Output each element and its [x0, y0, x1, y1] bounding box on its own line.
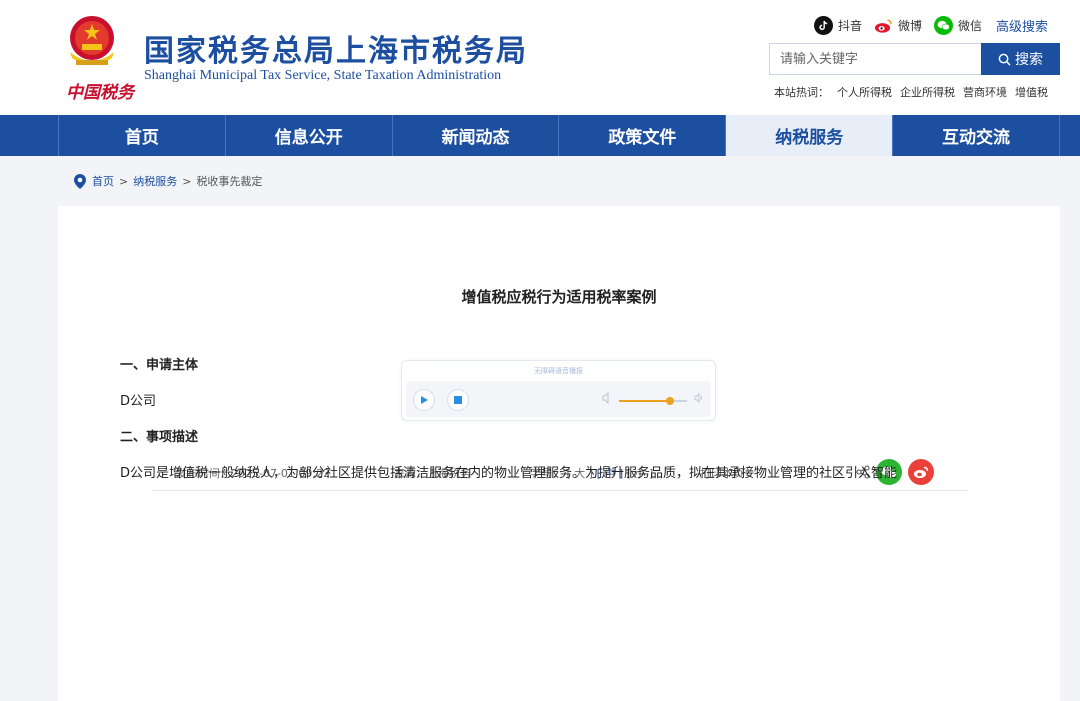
site-subtitle: Shanghai Municipal Tax Service, State Ta… [144, 68, 502, 83]
breadcrumb-home[interactable]: 首页 [92, 173, 114, 189]
wechat-label: 微信 [957, 19, 982, 33]
wechat-icon [933, 16, 953, 35]
paragraph: D公司是增值税一般纳税人，为部分社区提供包括清洁服务在内的物业管理服务。为提升服… [120, 466, 898, 481]
site-title[interactable]: 国家税务总局上海市税务局 [144, 26, 528, 70]
nav-item-news[interactable]: 新闻动态 [391, 115, 559, 156]
nav-item-tax-service[interactable]: 纳税服务 [725, 115, 893, 156]
breadcrumb-separator: > [182, 174, 192, 188]
douyin-label: 抖音 [837, 19, 862, 33]
douyin-link[interactable]: 抖音 [813, 16, 862, 35]
weibo-label: 微博 [897, 19, 922, 33]
hot-word-item[interactable]: 增值税 [1015, 84, 1048, 100]
nav-item-interaction[interactable]: 互动交流 [892, 115, 1060, 156]
breadcrumb-current: 税收事先裁定 [196, 175, 263, 188]
breadcrumb-section[interactable]: 纳税服务 [133, 173, 177, 189]
site-header: 中国税务 国家税务总局上海市税务局 Shanghai Municipal Tax… [0, 0, 1080, 115]
weibo-link[interactable]: 微博 [873, 16, 922, 35]
tax-logo-text: 中国税务 [66, 83, 134, 103]
main-nav: 首页 信息公开 新闻动态 政策文件 纳税服务 互动交流 [0, 115, 1080, 156]
paragraph: D公司 [120, 394, 157, 409]
breadcrumb: 首页 > 纳税服务 > 税收事先裁定 [74, 173, 262, 189]
wechat-link[interactable]: 微信 [933, 16, 982, 35]
section-heading: 二、事项描述 [120, 430, 199, 445]
nav-item-home[interactable]: 首页 [58, 115, 225, 156]
search-button[interactable]: 搜索 [981, 43, 1060, 75]
section-heading: 一、申请主体 [120, 358, 199, 373]
hot-word-item[interactable]: 营商环境 [963, 84, 1007, 100]
hot-words-label: 本站热词： [774, 86, 829, 99]
search-button-label: 搜索 [1015, 52, 1043, 68]
hot-word-item[interactable]: 企业所得税 [900, 84, 955, 100]
search-box: 搜索 [769, 43, 1060, 75]
article-title: 增值税应税行为适用税率案例 [461, 288, 657, 306]
nav-item-policy[interactable]: 政策文件 [558, 115, 725, 156]
hot-words: 本站热词： 个人所得税 企业所得税 营商环境 增值税 [774, 84, 1048, 100]
location-pin-icon [74, 173, 86, 189]
search-icon [998, 53, 1011, 66]
social-links: 抖音 微博 微信 高级搜索 [802, 16, 1048, 35]
weibo-icon [873, 16, 893, 35]
hot-word-item[interactable]: 个人所得税 [837, 84, 892, 100]
advanced-search-link[interactable]: 高级搜索 [996, 16, 1048, 35]
national-emblem-icon [70, 16, 114, 65]
douyin-icon [813, 16, 833, 35]
search-input[interactable] [769, 43, 981, 75]
nav-item-info[interactable]: 信息公开 [224, 115, 392, 156]
article-body: 一、申请主体 D公司 二、事项描述 D公司是增值税一般纳税人，为部分社区提供包括… [120, 356, 920, 500]
breadcrumb-separator: > [119, 174, 129, 188]
